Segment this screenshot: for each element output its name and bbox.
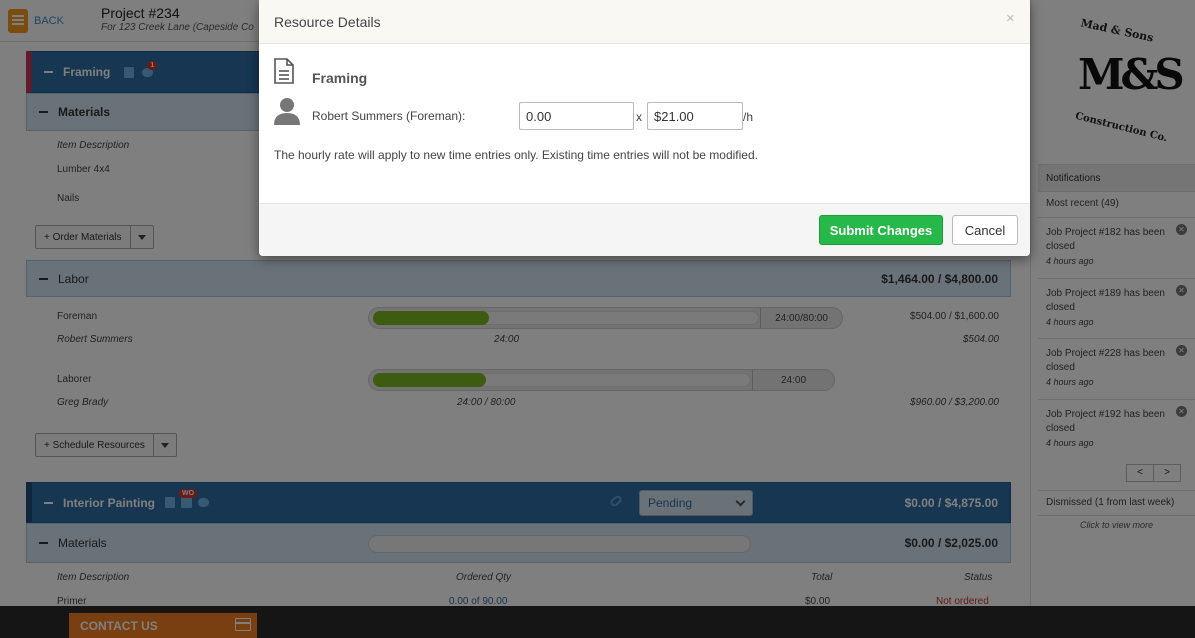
document-icon	[274, 58, 294, 84]
user-icon	[274, 98, 300, 125]
modal-title: Resource Details	[274, 14, 381, 30]
modal-section-title: Framing	[312, 70, 368, 86]
rate-note: The hourly rate will apply to new time e…	[274, 148, 758, 162]
resource-label: Robert Summers (Foreman):	[312, 109, 466, 123]
submit-changes-button[interactable]: Submit Changes	[819, 215, 943, 245]
resource-details-modal: Resource Details × Framing Robert Summer…	[259, 0, 1030, 256]
multiply-sign: x	[636, 110, 642, 124]
rate-unit: /h	[743, 110, 754, 124]
quantity-input[interactable]	[519, 102, 634, 130]
cancel-button[interactable]: Cancel	[952, 215, 1018, 245]
hourly-rate-input[interactable]	[647, 102, 743, 130]
close-icon[interactable]: ×	[1006, 10, 1015, 27]
